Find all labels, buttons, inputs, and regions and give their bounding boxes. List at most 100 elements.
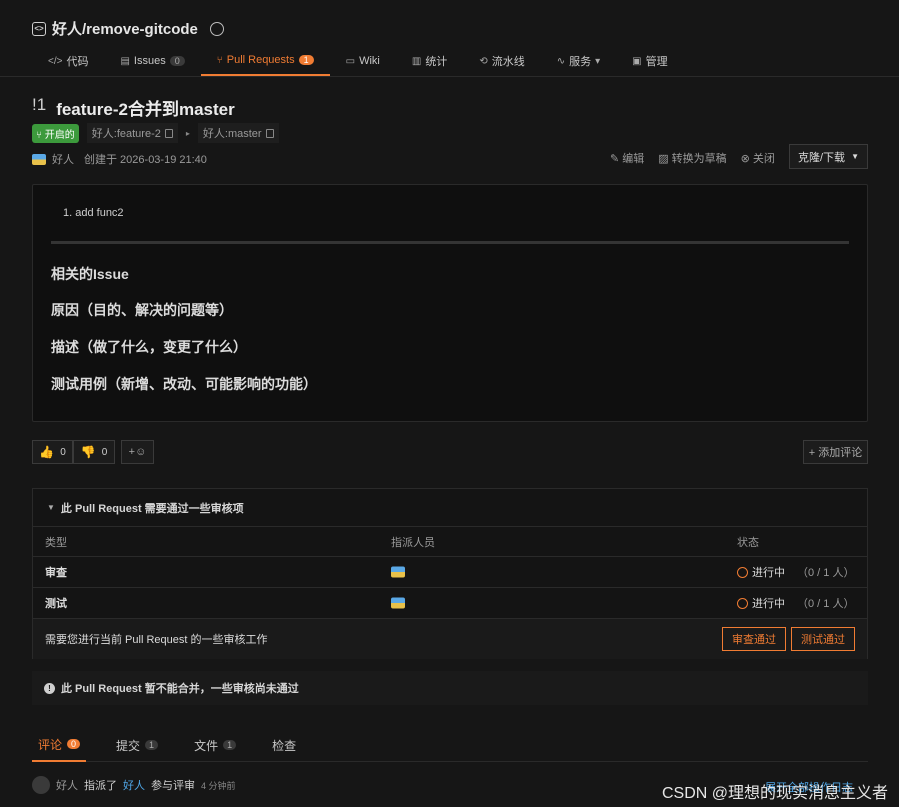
caret-down-icon: ▾ (595, 55, 601, 67)
avatar[interactable] (391, 597, 405, 609)
heading-test-cases: 测试用例（新增、改动、可能影响的功能） (51, 376, 317, 392)
branch-row: ⑂ 开启的 好人:feature-2 ▸ 好人:master (32, 123, 279, 143)
activity-time: 4 分钟前 (201, 780, 236, 791)
caret-down-icon: ▼ (47, 503, 55, 512)
tab-label: 流水线 (491, 56, 525, 68)
thumbs-down-button[interactable]: 👎 0 (73, 440, 115, 464)
edit-button[interactable]: ✎ 编辑 (610, 150, 644, 166)
tab-code[interactable]: </> 代码 (32, 46, 104, 76)
repo-nav-tabs: </> 代码 ▤ Issues 0 ⑂ Pull Requests 1 ▭ Wiki ▥ 统计… (32, 46, 899, 76)
heading-description: 描述（做了什么，变更了什么） (51, 339, 247, 355)
column-type: 类型 (45, 536, 67, 549)
repo-badge-icon (209, 21, 224, 36)
in-progress-icon (737, 597, 748, 609)
approve-review-button[interactable]: 审查通过 (722, 627, 786, 651)
review-panel: ▼ 此 Pull Request 需要通过一些审核项 类型 指派人员 状态 审查… (32, 488, 868, 659)
review-status: 进行中 （0 / 1 人） (737, 564, 854, 580)
merge-warning-text: 此 Pull Request 暂不能合并，一些审核尚未通过 (61, 683, 299, 695)
target-branch-label: 好人:master (202, 128, 262, 140)
copy-icon[interactable] (164, 128, 173, 138)
status-text: 进行中 (752, 598, 785, 610)
tab-pull-requests[interactable]: ⑂ Pull Requests 1 (200, 46, 330, 76)
thumbs-up-icon: 👍 (39, 445, 55, 459)
pr-actions: ✎ 编辑 ▨ 转换为草稿 ⊗ 关闭 (610, 150, 775, 166)
stats-icon: ▥ (411, 55, 422, 67)
pr-title-text: feature-2合并到master (56, 100, 235, 119)
tab-pipeline[interactable]: ⟲ 流水线 (463, 46, 540, 76)
wiki-icon: ▭ (345, 55, 356, 67)
avatar[interactable] (32, 153, 46, 165)
pipeline-icon: ⟲ (479, 55, 488, 67)
draft-label: 转换为草稿 (671, 153, 727, 165)
edit-icon: ✎ (610, 152, 620, 165)
copy-icon[interactable] (265, 128, 274, 138)
review-type: 测试 (45, 598, 67, 610)
watermark: CSDN @理想的现实消息主义者 (662, 785, 889, 802)
info-icon: ! (44, 682, 55, 694)
avatar[interactable] (391, 566, 405, 578)
thumbs-down-icon: 👎 (80, 445, 96, 459)
tab-label: Wiki (359, 55, 380, 67)
tab-label: 统计 (425, 56, 448, 68)
tab-files[interactable]: 文件 1 (188, 728, 242, 762)
arrow-right-icon: ▸ (185, 128, 190, 138)
activity-suffix: 参与评审 (151, 780, 195, 792)
thumbs-up-button[interactable]: 👍 0 (32, 440, 73, 464)
pr-description: 1. add func2 相关的Issue 原因（目的、解决的问题等） 描述（做… (32, 184, 868, 422)
tab-manage[interactable]: ▣ 管理 (616, 46, 683, 76)
tab-issues[interactable]: ▤ Issues 0 (104, 46, 200, 76)
tab-count: 1 (145, 740, 159, 750)
author-name[interactable]: 好人 (52, 151, 74, 167)
tab-label: 管理 (645, 56, 668, 68)
target-branch[interactable]: 好人:master (197, 123, 279, 143)
status-count: （0 / 1 人） (797, 598, 855, 610)
review-type: 审查 (45, 567, 67, 579)
heading-reason: 原因（目的、解决的问题等） (51, 302, 233, 318)
code-icon: </> (48, 55, 63, 67)
pr-open-icon: ⑂ (36, 129, 45, 141)
tab-services[interactable]: ∿ 服务 ▾ (541, 46, 616, 76)
add-comment-button[interactable]: + 添加评论 (803, 440, 868, 464)
manage-icon: ▣ (632, 55, 642, 67)
list-item: 1. add func2 (63, 207, 124, 219)
source-branch[interactable]: 好人:feature-2 (86, 123, 178, 143)
close-button[interactable]: ⊗ 关闭 (741, 150, 775, 166)
thumbs-down-count: 0 (101, 446, 108, 458)
tab-count: 0 (67, 739, 81, 749)
tab-label: 检查 (272, 738, 297, 753)
tab-label: 服务 (569, 56, 592, 68)
created-time: 创建于 2026-03-19 21:40 (84, 154, 207, 166)
tab-wiki[interactable]: ▭ Wiki (330, 46, 396, 76)
tab-checks[interactable]: 检查 (266, 728, 302, 762)
tab-comments[interactable]: 评论 0 (32, 728, 87, 762)
pr-title: !1 feature-2合并到master (32, 95, 235, 120)
close-label: 关闭 (752, 153, 775, 165)
pull-request-icon: ⑂ (216, 54, 223, 66)
avatar[interactable] (32, 776, 50, 794)
tab-commits[interactable]: 提交 1 (110, 728, 164, 762)
approve-test-button[interactable]: 测试通过 (791, 627, 855, 651)
activity-target-user[interactable]: 好人 (123, 777, 145, 793)
tab-count: 1 (298, 55, 314, 65)
column-status: 状态 (737, 536, 759, 549)
activity-user[interactable]: 好人 (56, 777, 78, 793)
tab-label: 提交 (116, 738, 141, 753)
clone-label: 克隆/下载 (798, 151, 846, 164)
in-progress-icon (737, 566, 748, 578)
clone-download-button[interactable]: 克隆/下载 ▼ (789, 144, 868, 169)
review-header-text: 此 Pull Request 需要通过一些审核项 (60, 502, 244, 515)
tab-stats[interactable]: ▥ 统计 (396, 46, 463, 76)
status-text: 进行中 (752, 567, 785, 579)
column-assignee: 指派人员 (391, 536, 435, 549)
activity-item: 好人 指派了 好人 参与评审 4 分钟前 (32, 776, 236, 794)
tab-label: 代码 (66, 56, 89, 68)
services-icon: ∿ (556, 55, 566, 67)
review-footer-text: 需要您进行当前 Pull Request 的一些审核工作 (45, 634, 268, 646)
heading-issue: 相关的Issue (51, 266, 129, 282)
tab-label: Pull Requests (226, 54, 295, 66)
review-header[interactable]: ▼ 此 Pull Request 需要通过一些审核项 (33, 489, 867, 527)
repo-path[interactable]: 好人/remove-gitcode (52, 18, 198, 39)
convert-draft-button[interactable]: ▨ 转换为草稿 (658, 150, 726, 166)
add-reaction-button[interactable]: +☺ (121, 440, 154, 464)
pr-number: !1 (32, 95, 47, 114)
